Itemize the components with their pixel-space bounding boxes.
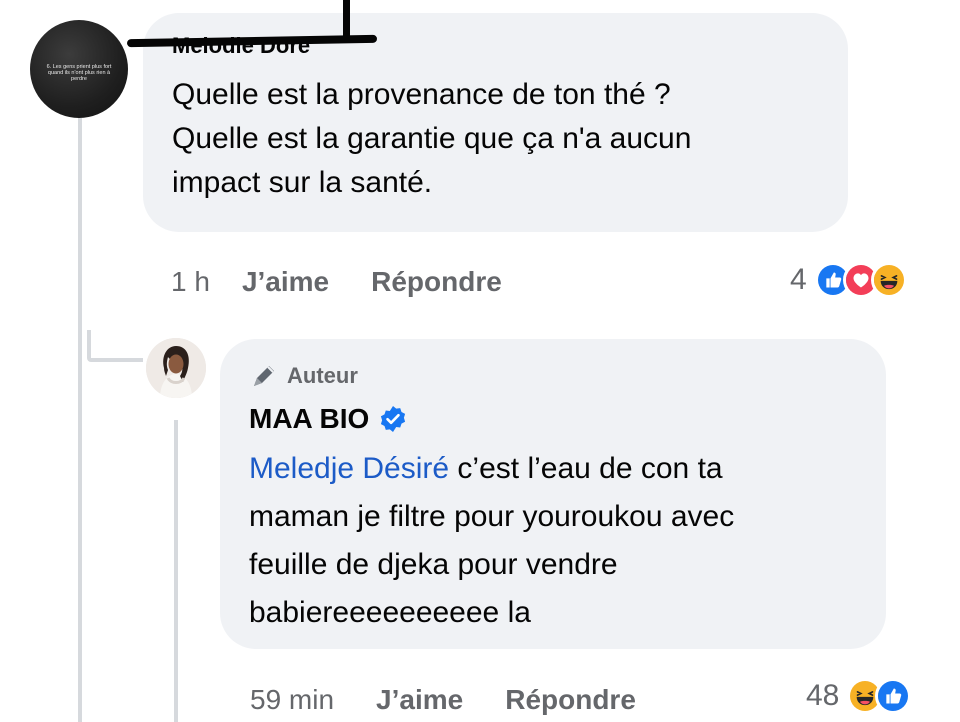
reaction-summary[interactable]: 4 (790, 262, 907, 298)
comment-text: Quelle est la provenance de ton thé ? Qu… (172, 73, 832, 205)
thread-line-vertical (87, 330, 91, 358)
comment-text-fragment: c’est l’eau de con ta (449, 452, 723, 485)
comment-text-line: maman je filtre pour youroukou avec (249, 500, 735, 533)
avatar[interactable]: 6. Les gens prient plus fort quand ils n… (30, 20, 128, 118)
reply-button[interactable]: Répondre (371, 266, 502, 298)
reaction-count: 4 (790, 263, 807, 296)
author-badge-label: Auteur (287, 363, 358, 388)
comment-text: Meledje Désiré c’est l’eau de con ta mam… (249, 445, 869, 637)
comment-text-line: Meledje Désiré c’est l’eau de con ta (249, 445, 869, 493)
comment-actions: 59 min J’aime Répondre (250, 684, 636, 716)
pen-icon (249, 361, 279, 391)
comment-author[interactable]: MAA BIO (249, 403, 369, 435)
comment-bubble: Melodie Doré Quelle est la provenance de… (126, 0, 848, 232)
thread-line (78, 118, 82, 722)
comment-text-line: Quelle est la provenance de ton thé ? (172, 78, 671, 111)
reaction-summary[interactable]: 48 (806, 678, 912, 714)
comment-text-line: impact sur la santé. (172, 166, 433, 199)
like-button[interactable]: J’aime (242, 266, 329, 298)
mention-link[interactable]: Meledje Désiré (249, 452, 449, 485)
comment-time[interactable]: 1 h (171, 266, 210, 298)
reaction-count: 48 (806, 679, 840, 712)
avatar[interactable] (146, 338, 206, 398)
comment-author-row: MAA BIO (249, 403, 407, 435)
comment-text-line: feuille de djeka pour vendre (249, 548, 618, 581)
comment-bubble: Auteur MAA BIO Meledje Désiré c’est l’ea… (220, 339, 886, 649)
avatar-caption: 6. Les gens prient plus fort quand ils n… (46, 64, 112, 82)
like-button[interactable]: J’aime (376, 684, 463, 716)
haha-icon (870, 262, 907, 298)
comment-text-line: babiereeeeeeeeee la (249, 596, 531, 629)
verified-badge-icon (379, 405, 407, 433)
like-icon (875, 678, 912, 714)
comment-actions: 1 h J’aime Répondre (171, 266, 502, 298)
reply-thread-line (174, 420, 178, 722)
reply-button[interactable]: Répondre (505, 684, 636, 716)
comment-text-line: Quelle est la garantie que ça n'a aucun (172, 122, 692, 155)
redaction-mark (343, 0, 350, 40)
author-badge: Auteur (249, 361, 358, 391)
thread-line-horizontal (87, 358, 143, 362)
comment-time[interactable]: 59 min (250, 684, 334, 716)
